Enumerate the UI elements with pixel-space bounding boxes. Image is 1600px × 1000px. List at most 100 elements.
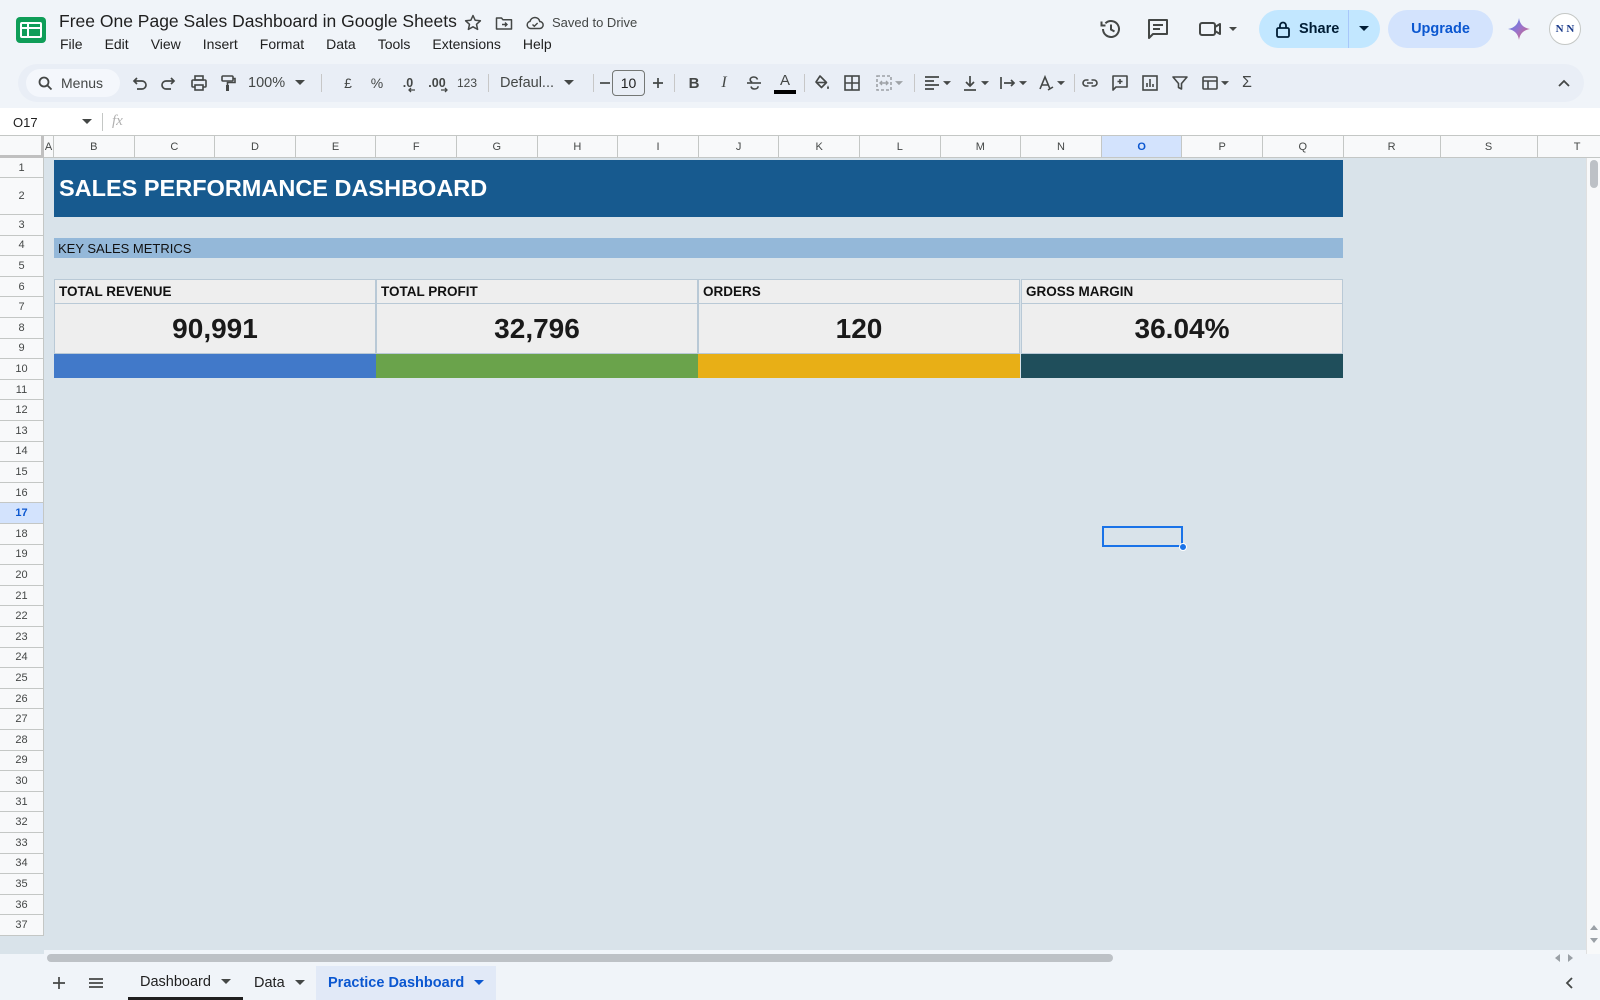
version-history-icon[interactable] xyxy=(1098,16,1124,42)
format-currency-button[interactable]: £ xyxy=(340,72,356,94)
share-button[interactable]: Share xyxy=(1259,10,1380,48)
move-folder-icon[interactable] xyxy=(494,13,514,33)
decrease-font-size-button[interactable] xyxy=(598,72,612,94)
row-header-21[interactable]: 21 xyxy=(0,585,44,607)
sheets-logo-icon[interactable] xyxy=(15,16,47,44)
italic-button[interactable]: I xyxy=(715,72,733,94)
menu-format[interactable]: Format xyxy=(249,35,315,55)
font-family-select[interactable]: Defaul... xyxy=(494,72,586,94)
row-header-20[interactable]: 20 xyxy=(0,565,44,586)
fill-color-button[interactable] xyxy=(812,72,832,94)
row-header-22[interactable]: 22 xyxy=(0,606,44,627)
row-header-9[interactable]: 9 xyxy=(0,338,44,360)
scroll-left-icon[interactable] xyxy=(1554,954,1560,962)
insert-comment-button[interactable] xyxy=(1110,72,1130,94)
fill-handle[interactable] xyxy=(1179,543,1187,551)
column-header-n[interactable]: N xyxy=(1021,136,1102,158)
chevron-down-icon[interactable] xyxy=(82,119,92,125)
row-header-18[interactable]: 18 xyxy=(0,524,44,545)
vertical-scroll-thumb[interactable] xyxy=(1590,160,1598,188)
column-header-a[interactable]: A xyxy=(44,136,54,158)
row-header-37[interactable]: 37 xyxy=(0,915,44,936)
add-sheet-button[interactable] xyxy=(50,974,68,992)
kpi-value[interactable]: 90,991 xyxy=(54,304,376,354)
scroll-right-icon[interactable] xyxy=(1568,954,1574,962)
gemini-sparkle-icon[interactable] xyxy=(1506,16,1532,42)
row-header-12[interactable]: 12 xyxy=(0,400,44,421)
row-header-14[interactable]: 14 xyxy=(0,441,44,463)
menu-view[interactable]: View xyxy=(140,35,192,55)
row-header-26[interactable]: 26 xyxy=(0,688,44,710)
row-header-27[interactable]: 27 xyxy=(0,709,44,730)
functions-button[interactable]: Σ xyxy=(1238,72,1256,94)
horizontal-align-button[interactable] xyxy=(920,72,954,94)
menu-file[interactable]: File xyxy=(49,35,94,55)
column-header-p[interactable]: P xyxy=(1182,136,1263,158)
column-header-g[interactable]: G xyxy=(457,136,538,158)
row-header-32[interactable]: 32 xyxy=(0,812,44,833)
row-header-11[interactable]: 11 xyxy=(0,379,44,401)
meet-video-icon[interactable] xyxy=(1197,16,1241,42)
insert-link-button[interactable] xyxy=(1080,72,1100,94)
kpi-value[interactable]: 120 xyxy=(698,304,1020,354)
row-header-19[interactable]: 19 xyxy=(0,544,44,566)
row-header-25[interactable]: 25 xyxy=(0,668,44,689)
column-header-h[interactable]: H xyxy=(537,136,619,158)
menu-insert[interactable]: Insert xyxy=(192,35,249,55)
select-all-corner[interactable] xyxy=(0,136,44,158)
create-filter-button[interactable] xyxy=(1170,72,1190,94)
row-header-33[interactable]: 33 xyxy=(0,833,44,854)
menu-help[interactable]: Help xyxy=(512,35,563,55)
formula-input[interactable] xyxy=(140,108,1580,136)
scroll-down-icon[interactable] xyxy=(1590,938,1598,944)
row-header-35[interactable]: 35 xyxy=(0,874,44,895)
text-wrapping-button[interactable] xyxy=(996,72,1030,94)
number-format-button[interactable]: 123 xyxy=(454,72,480,94)
sheet-tab-data[interactable]: Data xyxy=(242,966,317,1000)
merge-cells-button[interactable] xyxy=(872,72,906,94)
column-header-j[interactable]: J xyxy=(698,136,780,158)
kpi-label[interactable]: TOTAL PROFIT xyxy=(376,279,698,304)
horizontal-scroll-thumb[interactable] xyxy=(47,954,1113,962)
column-header-e[interactable]: E xyxy=(295,136,377,158)
format-percent-button[interactable]: % xyxy=(368,72,386,94)
row-header-16[interactable]: 16 xyxy=(0,482,44,504)
chevron-down-icon[interactable] xyxy=(220,978,231,985)
active-cell-selection[interactable] xyxy=(1102,526,1183,547)
share-main-button[interactable]: Share xyxy=(1259,10,1349,48)
undo-button[interactable] xyxy=(128,72,150,94)
document-title[interactable]: Free One Page Sales Dashboard in Google … xyxy=(59,11,457,32)
section-label[interactable]: KEY SALES METRICS xyxy=(54,238,1343,258)
column-header-q[interactable]: Q xyxy=(1263,136,1344,158)
spreadsheet-grid[interactable]: ABCDEFGHIJKLMNOPQRST 1 2 3 4 5 6 7 8 9 10 11 12 13 14… xyxy=(0,136,1600,954)
sheet-tab-dashboard[interactable]: Dashboard xyxy=(128,966,243,1000)
share-options-button[interactable] xyxy=(1349,26,1379,32)
borders-button[interactable] xyxy=(842,72,862,94)
menu-extensions[interactable]: Extensions xyxy=(421,35,511,55)
column-header-l[interactable]: L xyxy=(860,136,941,158)
cloud-saved-icon[interactable] xyxy=(525,13,545,33)
vertical-align-button[interactable] xyxy=(958,72,992,94)
row-header-31[interactable]: 31 xyxy=(0,791,44,813)
menu-edit[interactable]: Edit xyxy=(94,35,140,55)
kpi-label[interactable]: GROSS MARGIN xyxy=(1021,279,1343,304)
account-avatar[interactable]: N N xyxy=(1549,13,1581,45)
column-header-c[interactable]: C xyxy=(134,136,216,158)
row-header-3[interactable]: 3 xyxy=(0,215,44,236)
row-header-29[interactable]: 29 xyxy=(0,750,44,772)
kpi-color-bar[interactable] xyxy=(54,354,376,378)
table-button[interactable] xyxy=(1198,72,1232,94)
print-button[interactable] xyxy=(188,72,210,94)
row-header-1[interactable]: 1 xyxy=(0,158,44,178)
kpi-color-bar[interactable] xyxy=(376,354,698,378)
font-size-input[interactable]: 10 xyxy=(612,70,645,96)
row-header-28[interactable]: 28 xyxy=(0,730,44,751)
decrease-decimal-button[interactable]: .0 xyxy=(395,72,421,94)
row-header-15[interactable]: 15 xyxy=(0,462,44,483)
column-header-f[interactable]: F xyxy=(376,136,457,158)
kpi-value[interactable]: 36.04% xyxy=(1021,304,1343,354)
comments-icon[interactable] xyxy=(1145,16,1171,42)
kpi-color-bar[interactable] xyxy=(698,354,1020,378)
zoom-select[interactable]: 100% xyxy=(248,72,310,94)
paint-format-button[interactable] xyxy=(217,72,239,94)
